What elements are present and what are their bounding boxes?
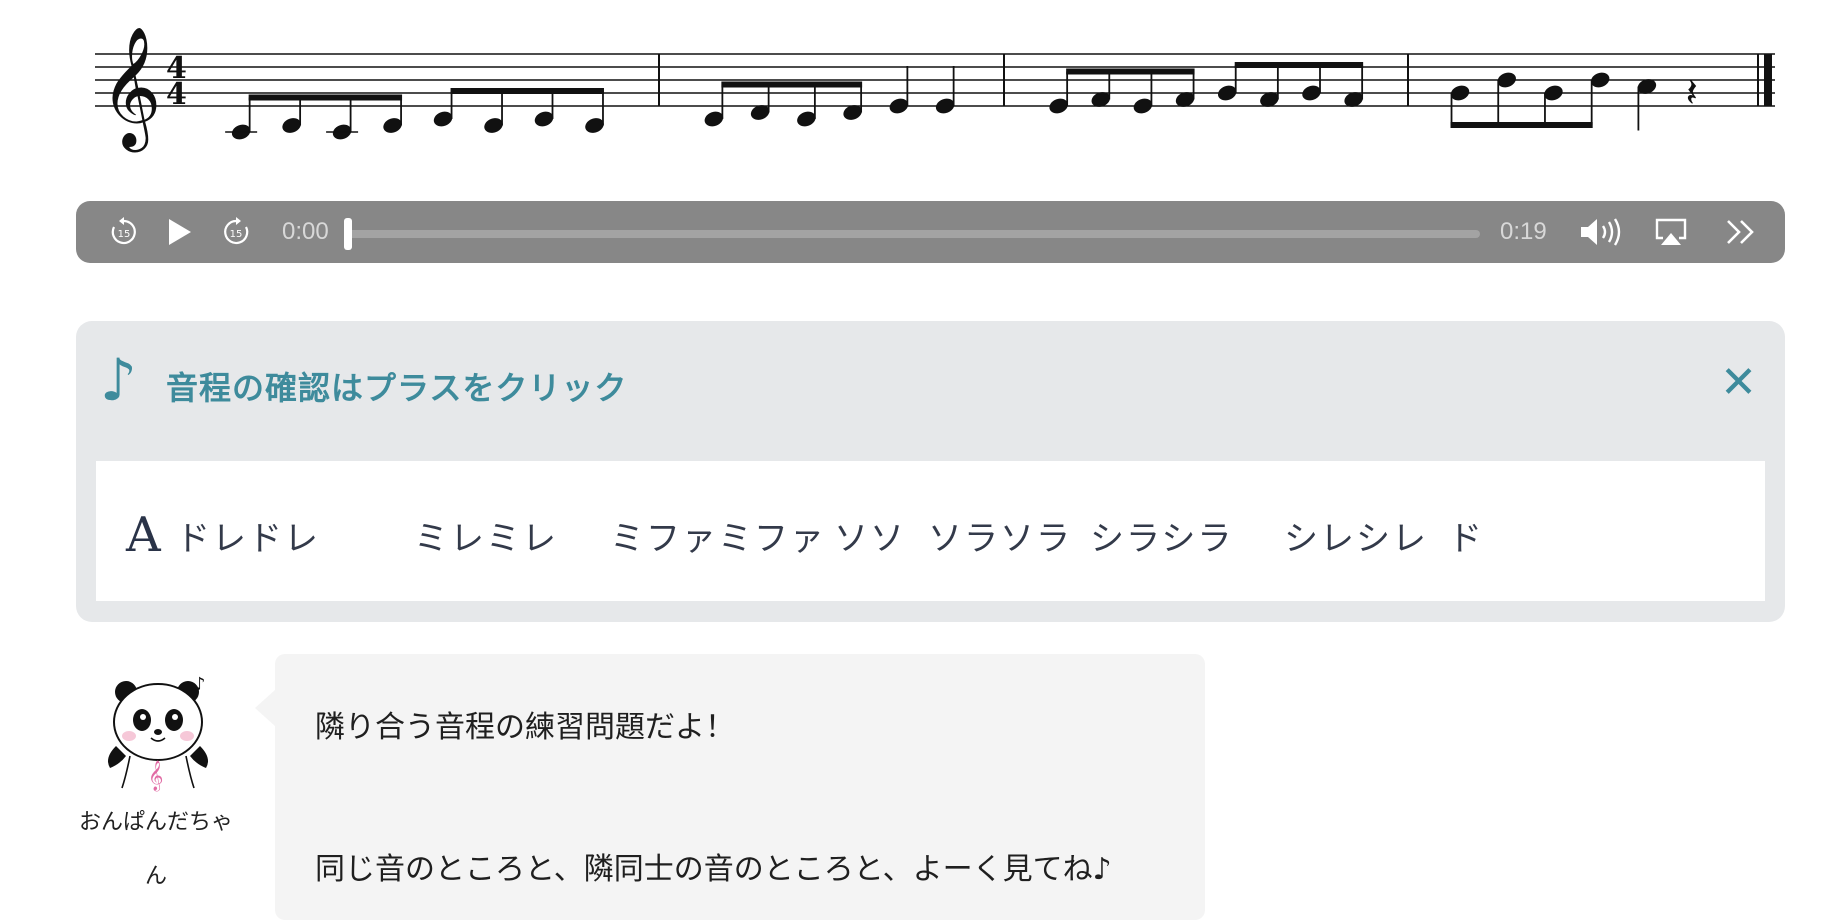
answer-measure-5: ソラソラ	[928, 519, 1072, 559]
speech-line-2: 同じ音のところと、隣同士の音のところと、よーく見てね♪	[315, 852, 1112, 887]
rewind-15-button[interactable]: 15	[104, 201, 144, 263]
play-button[interactable]	[160, 201, 200, 263]
panda-avatar: 𝄞 ♪	[108, 674, 208, 792]
airplay-icon	[1655, 218, 1687, 245]
progress-thumb[interactable]	[344, 218, 352, 250]
music-staff: 𝄞 4 4 𝄽	[95, 25, 1775, 152]
more-icon	[1727, 220, 1754, 244]
accordion-body: A ドレドレ ミレミレ ミファミファ ソソ ソラソラ シラシラ シレシレ ド	[96, 461, 1765, 601]
skip-label: 15	[230, 229, 243, 240]
current-time: 0:00	[282, 218, 329, 245]
answer-letter: A	[126, 507, 161, 563]
skip-label: 15	[118, 229, 131, 240]
music-note-icon: ♪	[100, 346, 138, 414]
speech-line-1: 隣り合う音程の練習問題だよ！	[315, 710, 735, 745]
answer-measure-4: ソソ	[834, 519, 906, 559]
forward-15-button[interactable]: 15	[216, 201, 256, 263]
svg-text:𝄞: 𝄞	[148, 760, 163, 792]
answer-measure-6: シラシラ	[1090, 519, 1234, 559]
speech-bubble: 隣り合う音程の練習問題だよ！ 同じ音のところと、隣同士の音のところと、よーく見て…	[255, 654, 1205, 920]
answer-measure-8: ド	[1448, 519, 1484, 559]
treble-clef: 𝄞	[100, 25, 161, 152]
airplay-button[interactable]	[1648, 201, 1694, 263]
accordion-header[interactable]: ♪ 音程の確認はプラスをクリック ✕	[76, 321, 1785, 459]
volume-icon	[1581, 218, 1621, 246]
answer-measure-2: ミレミレ	[414, 519, 558, 559]
duration: 0:19	[1500, 218, 1547, 245]
answer-accordion: ♪ 音程の確認はプラスをクリック ✕ A ドレドレ ミレミレ ミファミファ ソソ…	[76, 321, 1785, 622]
close-icon[interactable]: ✕	[1720, 361, 1757, 405]
final-barline	[1764, 54, 1772, 106]
quarter-rest: 𝄽	[1686, 70, 1698, 116]
character-name-line-2: ん	[144, 864, 167, 889]
play-icon	[169, 219, 191, 245]
answer-measure-1: ドレドレ	[176, 519, 320, 559]
audio-player: 15 15 0:00 0:19	[76, 201, 1785, 263]
answer-measure-7: シレシレ	[1284, 519, 1428, 559]
forward-15-icon: 15	[224, 217, 249, 245]
progress-track[interactable]	[344, 230, 1480, 238]
time-signature-bottom: 4	[166, 77, 187, 112]
volume-button[interactable]	[1576, 201, 1628, 263]
accordion-title: 音程の確認はプラスをクリック	[166, 369, 628, 407]
character-name-line-1: おんぱんだちゃ	[78, 810, 233, 835]
more-button[interactable]	[1718, 201, 1764, 263]
answer-measure-3: ミファミファ	[610, 519, 826, 559]
rewind-15-icon: 15	[111, 217, 136, 245]
character-name: おんぱんだちゃ ん	[76, 796, 236, 904]
svg-text:♪: ♪	[194, 674, 206, 695]
